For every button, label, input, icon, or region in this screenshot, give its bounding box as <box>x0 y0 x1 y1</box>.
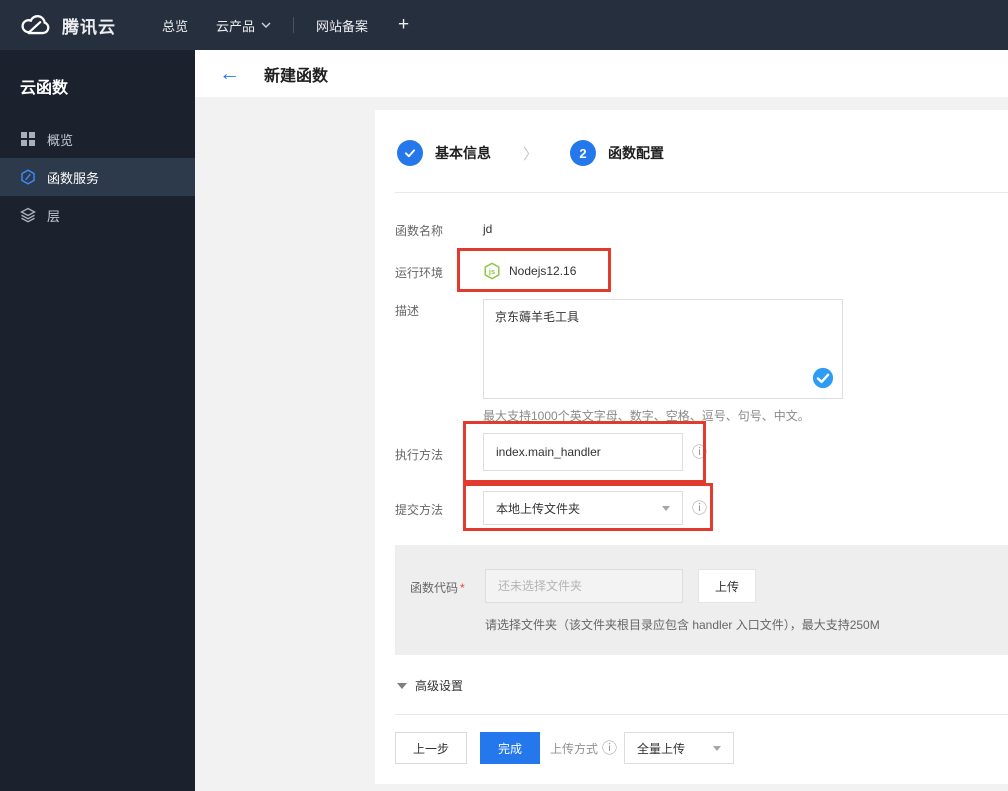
function-name-row: 函数名称 jd <box>395 219 1008 239</box>
submit-method-label: 提交方法 <box>395 503 444 517</box>
function-name-value: jd <box>483 222 493 236</box>
tencent-cloud-brand[interactable]: 腾讯云 <box>0 13 130 38</box>
footer-actions: 上一步 完成 上传方式 ⓘ 全量上传 <box>395 732 1008 764</box>
upload-mode-value: 全量上传 <box>637 741 686 756</box>
caret-down-icon <box>662 505 670 511</box>
chevron-down-icon <box>261 22 271 28</box>
tencent-cloud-logo-icon <box>18 14 52 37</box>
runtime-value: Nodejs12.16 <box>509 264 577 278</box>
runtime-label: 运行环境 <box>395 266 444 280</box>
description-textarea[interactable]: 京东薅羊毛工具 <box>483 299 843 399</box>
handler-row: 执行方法 ⓘ <box>395 421 1008 483</box>
advanced-settings-label: 高级设置 <box>415 679 464 693</box>
caret-down-icon <box>713 745 722 751</box>
check-circle-icon <box>812 367 834 389</box>
required-asterisk: * <box>460 581 465 595</box>
chevron-right-icon: 〉 <box>523 145 539 163</box>
description-helper-text: 最大支持1000个英文字母、数字、空格、逗号、句号、中文。 <box>483 409 810 423</box>
add-tab-button[interactable]: + <box>382 14 425 36</box>
step2-label: 函数配置 <box>608 145 665 161</box>
nav-icp-label: 网站备案 <box>316 18 369 34</box>
info-icon[interactable]: ⓘ <box>692 501 707 516</box>
layers-icon <box>20 207 36 223</box>
upload-mode-select[interactable]: 全量上传 <box>624 732 735 764</box>
nav-overview-label: 总览 <box>162 18 189 34</box>
sidebar-item-label: 层 <box>47 208 61 224</box>
upload-mode-group: 上传方式 ⓘ <box>550 740 617 757</box>
nav-item-icp[interactable]: 网站备案 <box>302 0 382 50</box>
sidebar-item-label: 概览 <box>47 132 74 148</box>
top-navbar: 腾讯云 总览 云产品 网站备案 + <box>0 0 1008 50</box>
sidebar: 云函数 概览 函数服务 层 <box>0 50 195 791</box>
top-nav-menu: 总览 云产品 网站备案 + <box>148 0 425 50</box>
step1-label: 基本信息 <box>435 145 491 161</box>
runtime-row: 运行环境 js Nodejs12.16 <box>395 248 1008 292</box>
function-code-label-text: 函数代码 <box>410 581 459 595</box>
page-title: 新建函数 <box>264 67 329 85</box>
function-name-label: 函数名称 <box>395 224 444 238</box>
function-code-section: 函数代码* 上传 请选择文件夹（该文件夹根目录应包含 handler 入口文件）… <box>395 545 1008 655</box>
main-area: ← 新建函数 基本信息 〉 2 函数配置 函数名称 jd 运行环境 js Nod… <box>195 50 1008 791</box>
description-row: 描述 京东薅羊毛工具 最大支持1000个英文字母、数字、空格、逗号、句号、中文。 <box>395 299 1008 424</box>
function-hexagon-icon <box>20 169 36 185</box>
function-config-form: 函数名称 jd 运行环境 js Nodejs12.16 描述 京东薅羊毛工具 最… <box>395 219 1008 764</box>
divider <box>395 714 1008 715</box>
sidebar-item-label: 函数服务 <box>47 170 100 186</box>
svg-text:js: js <box>488 267 495 276</box>
upload-button[interactable]: 上传 <box>698 569 756 603</box>
finish-button[interactable]: 完成 <box>480 732 540 764</box>
nav-divider <box>293 17 295 33</box>
create-function-card: 基本信息 〉 2 函数配置 函数名称 jd 运行环境 js Nodejs12.1… <box>375 110 1008 784</box>
info-icon[interactable]: ⓘ <box>602 741 617 756</box>
submit-method-value: 本地上传文件夹 <box>496 501 581 516</box>
step1-check-circle-icon <box>397 140 423 166</box>
nav-item-cloud-products[interactable]: 云产品 <box>202 0 285 50</box>
back-arrow-icon[interactable]: ← <box>219 63 240 84</box>
advanced-settings-toggle[interactable]: 高级设置 <box>397 677 1008 694</box>
nodejs-icon: js <box>483 262 501 280</box>
sidebar-item-overview[interactable]: 概览 <box>0 120 195 158</box>
triangle-down-icon <box>397 682 407 689</box>
divider <box>395 192 1008 193</box>
upload-mode-label: 上传方式 <box>550 741 599 756</box>
previous-step-button[interactable]: 上一步 <box>395 732 467 764</box>
function-code-helper-text: 请选择文件夹（该文件夹根目录应包含 handler 入口文件），最大支持250M <box>485 618 880 632</box>
step-indicator: 基本信息 〉 2 函数配置 <box>395 110 1008 192</box>
brand-name: 腾讯云 <box>62 17 116 37</box>
sidebar-title: 云函数 <box>20 80 69 97</box>
handler-label: 执行方法 <box>395 448 444 462</box>
description-label: 描述 <box>395 304 420 318</box>
submit-method-row: 提交方法 本地上传文件夹 ⓘ <box>395 483 1008 531</box>
handler-input[interactable] <box>483 433 683 471</box>
grid-icon <box>20 131 36 147</box>
nav-cloud-products-label: 云产品 <box>216 18 256 34</box>
sidebar-item-layers[interactable]: 层 <box>0 196 195 234</box>
info-icon[interactable]: ⓘ <box>692 445 707 460</box>
folder-path-input <box>485 569 683 603</box>
submit-method-select[interactable]: 本地上传文件夹 <box>483 491 683 525</box>
function-code-label: 函数代码 * <box>410 569 485 603</box>
nav-item-overview[interactable]: 总览 <box>148 0 202 50</box>
sidebar-item-function-service[interactable]: 函数服务 <box>0 158 195 196</box>
step2-number-circle: 2 <box>570 140 597 166</box>
page-header: ← 新建函数 <box>195 50 1008 97</box>
